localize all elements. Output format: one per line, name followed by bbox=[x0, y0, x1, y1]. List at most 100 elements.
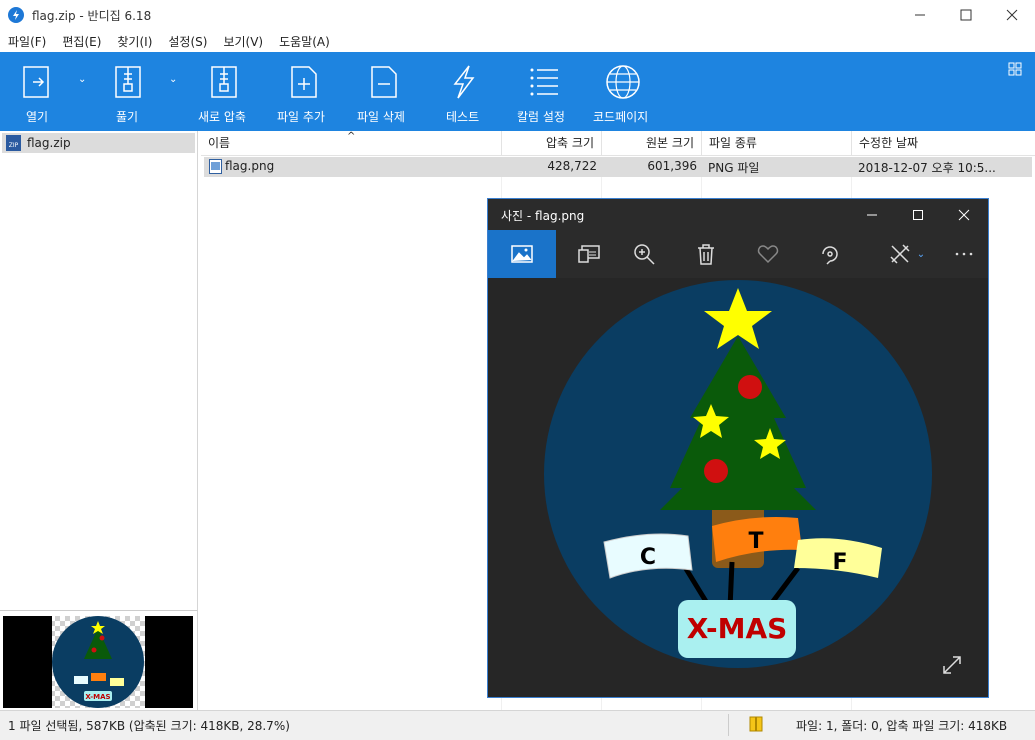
tree-item-label: flag.zip bbox=[27, 136, 71, 150]
flag-c-letter: C bbox=[640, 545, 656, 570]
codepage-label: 코드페이지 bbox=[593, 110, 649, 124]
zoom-button[interactable] bbox=[613, 230, 675, 278]
archive-icon bbox=[749, 716, 763, 732]
minimize-button[interactable] bbox=[897, 0, 943, 30]
delete-file-label: 파일 삭제 bbox=[357, 110, 405, 124]
new-archive-button[interactable]: 새로 압축 bbox=[192, 52, 256, 131]
photos-maximize-icon[interactable] bbox=[912, 209, 924, 221]
slideshow-button[interactable] bbox=[558, 230, 620, 278]
open-button[interactable]: 열기 bbox=[10, 52, 66, 131]
edit-button[interactable]: ⌄ bbox=[872, 230, 942, 278]
banner-text: X-MAS bbox=[687, 612, 788, 645]
close-button[interactable] bbox=[989, 0, 1035, 30]
favorite-button[interactable] bbox=[737, 230, 799, 278]
file-type: PNG 파일 bbox=[708, 161, 760, 175]
menu-help[interactable]: 도움말(A) bbox=[271, 30, 338, 52]
column-header-type[interactable]: 파일 종류 bbox=[702, 131, 852, 155]
sort-ascending-icon: ^ bbox=[347, 131, 356, 142]
open-label: 열기 bbox=[26, 110, 49, 124]
image-icon bbox=[511, 245, 533, 263]
test-button[interactable]: 테스트 bbox=[432, 52, 496, 131]
main-toolbar: 열기 ⌄ 풀기 ⌄ 새로 압축 파일 추가 파일 삭제 테스트 칼럼 설정 코드… bbox=[0, 52, 1035, 131]
add-file-button[interactable]: 파일 추가 bbox=[272, 52, 336, 131]
add-file-label: 파일 추가 bbox=[277, 110, 325, 124]
slideshow-icon bbox=[578, 245, 600, 263]
new-archive-label: 새로 압축 bbox=[198, 110, 246, 124]
delete-file-icon bbox=[371, 66, 397, 98]
flag-image: C T F X-MAS bbox=[544, 280, 932, 668]
column-header-row: 이름 ^ 압축 크기 원본 크기 파일 종류 수정한 날짜 bbox=[201, 131, 1035, 156]
menu-edit[interactable]: 편집(E) bbox=[54, 30, 109, 52]
list-icon bbox=[530, 68, 558, 96]
globe-icon bbox=[606, 65, 640, 99]
trash-icon bbox=[698, 244, 714, 265]
photos-window: 사진 - flag.png ⌄ C T F X-MAS bbox=[487, 198, 989, 698]
tree-item-root[interactable]: ZIP flag.zip bbox=[2, 133, 195, 153]
more-icon bbox=[955, 252, 973, 256]
photos-title-bar: 사진 - flag.png bbox=[488, 199, 988, 230]
menu-bar: 파일(F) 편집(E) 찾기(I) 설정(S) 보기(V) 도움말(A) bbox=[0, 30, 1035, 52]
lightning-icon bbox=[453, 65, 475, 99]
photos-minimize-icon[interactable] bbox=[866, 209, 878, 221]
menu-file[interactable]: 파일(F) bbox=[0, 30, 54, 52]
status-bar: 1 파일 선택됨, 587KB (압축된 크기: 418KB, 28.7%) 파… bbox=[0, 710, 1035, 740]
flag-t-letter: T bbox=[748, 529, 763, 554]
status-divider bbox=[728, 714, 729, 736]
close-icon bbox=[1006, 9, 1018, 21]
edit-dropdown-icon[interactable]: ⌄ bbox=[917, 249, 925, 260]
bandizip-app-icon bbox=[8, 7, 24, 23]
rotate-icon bbox=[822, 246, 838, 265]
ornament-2 bbox=[704, 459, 728, 483]
status-selection: 1 파일 선택됨, 587KB (압축된 크기: 418KB, 28.7%) bbox=[8, 719, 290, 733]
zoom-in-icon bbox=[634, 244, 655, 265]
extract-button[interactable]: 풀기 bbox=[100, 52, 156, 131]
extract-icon bbox=[115, 66, 141, 98]
photos-title: 사진 - flag.png bbox=[501, 209, 585, 223]
more-button[interactable] bbox=[934, 230, 994, 278]
extract-label: 풀기 bbox=[116, 110, 139, 124]
menu-find[interactable]: 찾기(I) bbox=[109, 30, 160, 52]
file-modified-date: 2018-12-07 오후 10:5... bbox=[858, 161, 996, 175]
maximize-icon bbox=[960, 9, 972, 21]
open-dropdown-icon[interactable]: ⌄ bbox=[78, 74, 86, 85]
folder-tree: ZIP flag.zip bbox=[0, 131, 198, 610]
fullscreen-icon[interactable] bbox=[941, 654, 963, 676]
rotate-button[interactable] bbox=[799, 230, 861, 278]
photos-close-icon[interactable] bbox=[958, 209, 970, 221]
view-image-button[interactable] bbox=[488, 230, 556, 278]
column-header-name[interactable]: 이름 ^ bbox=[201, 131, 502, 155]
png-file-icon bbox=[209, 159, 222, 174]
test-label: 테스트 bbox=[446, 110, 480, 124]
delete-button[interactable] bbox=[675, 230, 737, 278]
preview-thumbnail: X-MAS bbox=[3, 616, 193, 708]
delete-file-button[interactable]: 파일 삭제 bbox=[352, 52, 416, 131]
edit-icon bbox=[890, 244, 910, 264]
column-header-original[interactable]: 원본 크기 bbox=[602, 131, 702, 155]
column-header-modified[interactable]: 수정한 날짜 bbox=[852, 131, 1035, 155]
title-bar: flag.zip - 반디집 6.18 bbox=[0, 0, 1035, 31]
preview-banner-text: X-MAS bbox=[85, 693, 110, 701]
maximize-button[interactable] bbox=[943, 0, 989, 30]
menu-settings[interactable]: 설정(S) bbox=[160, 30, 215, 52]
new-archive-icon bbox=[211, 66, 237, 98]
window-title: flag.zip - 반디집 6.18 bbox=[32, 9, 152, 23]
menu-view[interactable]: 보기(V) bbox=[215, 30, 271, 52]
open-icon bbox=[23, 66, 49, 98]
file-compressed-size: 428,722 bbox=[547, 159, 597, 173]
column-header-compressed[interactable]: 압축 크기 bbox=[502, 131, 602, 155]
heart-icon bbox=[757, 245, 779, 264]
column-settings-button[interactable]: 칼럼 설정 bbox=[510, 52, 576, 131]
zip-file-icon: ZIP bbox=[6, 135, 21, 151]
layout-grid-icon[interactable] bbox=[1008, 62, 1022, 79]
add-file-icon bbox=[291, 66, 317, 98]
extract-dropdown-icon[interactable]: ⌄ bbox=[169, 74, 177, 85]
file-original-size: 601,396 bbox=[647, 159, 697, 173]
ornament-1 bbox=[738, 375, 762, 399]
file-name: flag.png bbox=[225, 159, 275, 173]
codepage-button[interactable]: 코드페이지 bbox=[588, 52, 658, 131]
table-row[interactable]: flag.png 428,722 601,396 PNG 파일 2018-12-… bbox=[204, 157, 1032, 177]
minimize-icon bbox=[915, 14, 925, 16]
flag-f-letter: F bbox=[832, 550, 847, 575]
status-archive-info: 파일: 1, 폴더: 0, 압축 파일 크기: 418KB bbox=[796, 719, 1008, 733]
preview-pane: X-MAS bbox=[0, 610, 198, 711]
